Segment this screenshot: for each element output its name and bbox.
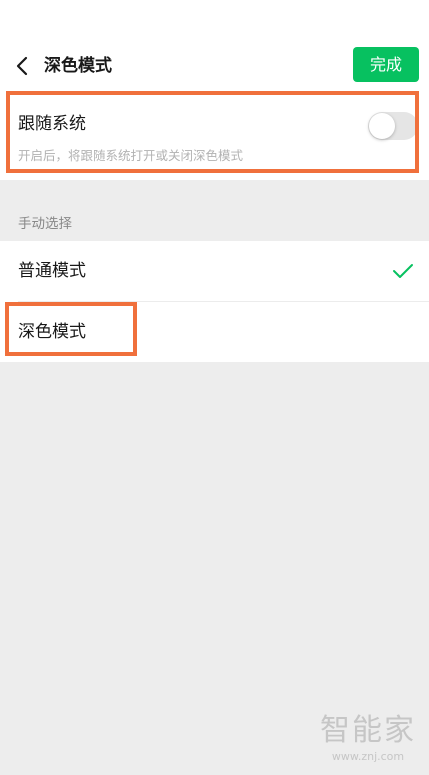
manual-section-header: 手动选择: [18, 216, 72, 232]
option-normal-mode[interactable]: 普通模式: [0, 241, 429, 301]
done-button[interactable]: 完成: [353, 47, 419, 82]
follow-system-description: 开启后，将跟随系统打开或关闭深色模式: [18, 148, 244, 163]
back-button[interactable]: [10, 52, 34, 80]
option-label: 普通模式: [18, 261, 86, 281]
toggle-knob: [369, 113, 395, 139]
page-title: 深色模式: [44, 56, 112, 76]
mode-option-list: 普通模式 深色模式: [0, 241, 429, 362]
follow-system-row: 跟随系统 开启后，将跟随系统打开或关闭深色模式: [0, 92, 429, 180]
watermark-url: www.znj.com: [331, 750, 405, 763]
watermark: 智能家 www.znj.com: [318, 712, 418, 764]
option-label: 深色模式: [18, 322, 86, 342]
chevron-left-icon: [16, 56, 28, 76]
follow-system-toggle[interactable]: [368, 112, 418, 140]
checkmark-icon: [393, 264, 413, 278]
screen: 深色模式 完成 跟随系统 开启后，将跟随系统打开或关闭深色模式 手动选择 普通模…: [0, 0, 429, 775]
follow-system-label: 跟随系统: [18, 114, 86, 134]
option-dark-mode[interactable]: 深色模式: [0, 302, 429, 362]
watermark-logo: 智能家: [320, 713, 416, 748]
